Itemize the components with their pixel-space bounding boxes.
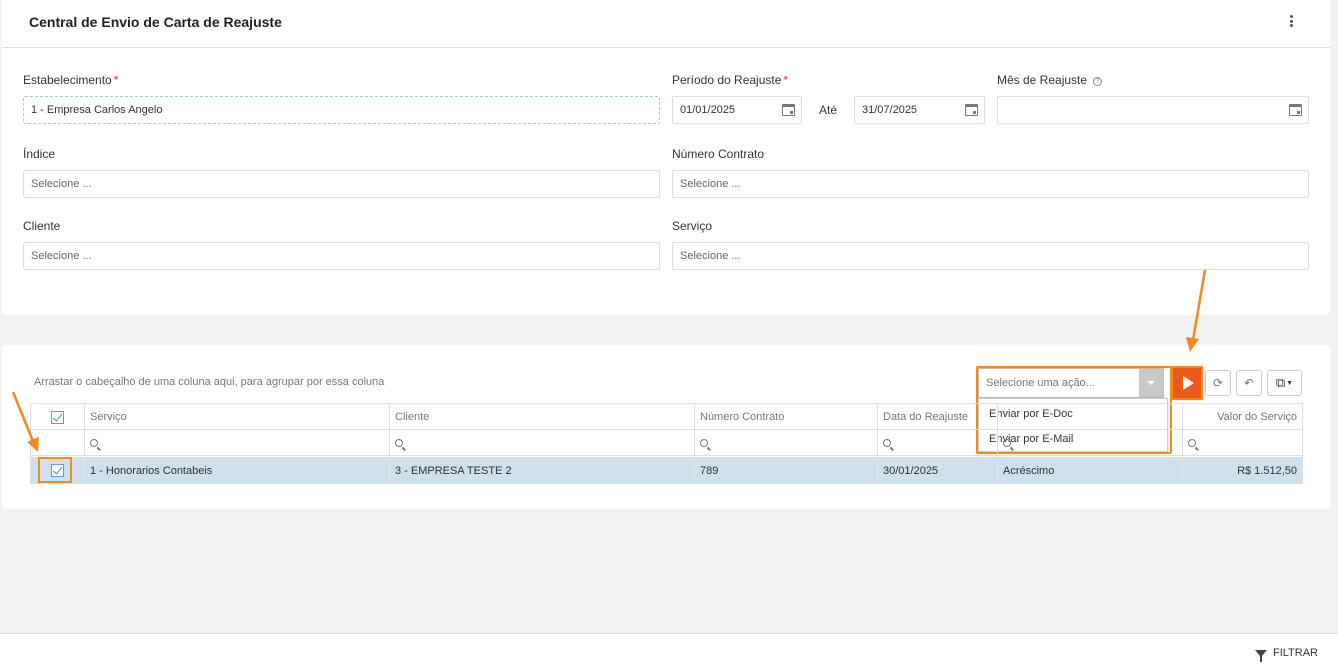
indice-select[interactable]: Selecione ... — [23, 170, 660, 198]
cell-servico: 1 - Honorarios Contabeis — [84, 457, 389, 484]
select-all-cell[interactable] — [31, 404, 84, 430]
page-title: Central de Envio de Carta de Reajuste — [29, 14, 282, 30]
more-options-icon[interactable] — [1284, 12, 1298, 30]
periodo-from-value: 01/01/2025 — [680, 104, 736, 116]
grid-filter-row — [31, 430, 1302, 456]
cell-valor: R$ 1.512,50 — [1182, 457, 1302, 484]
filter-servico[interactable] — [84, 430, 389, 456]
ate-label: Até — [819, 103, 838, 117]
cliente-label: Cliente — [23, 219, 61, 233]
undo-button[interactable]: ↶ — [1236, 370, 1262, 396]
col-header-data-reajuste[interactable]: Data do Reajuste — [877, 404, 997, 430]
search-icon — [90, 439, 98, 447]
select-all-checkbox[interactable] — [51, 410, 64, 424]
col-header-servico[interactable]: Serviço — [84, 404, 389, 430]
calendar-icon[interactable] — [965, 104, 978, 116]
periodo-to-field[interactable]: 31/07/2025 — [854, 96, 985, 124]
col-header-tipo[interactable] — [997, 404, 1182, 430]
indice-placeholder: Selecione ... — [31, 178, 92, 190]
servico-select[interactable]: Selecione ... — [672, 242, 1309, 270]
export-icon: ⧉ — [1275, 375, 1286, 390]
filter-numero-contrato[interactable] — [694, 430, 877, 456]
search-icon — [1003, 439, 1011, 447]
refresh-button[interactable]: ⟳ — [1205, 370, 1231, 396]
calendar-icon[interactable] — [782, 104, 795, 116]
col-header-valor[interactable]: Valor do Serviço — [1182, 404, 1302, 430]
search-icon — [395, 439, 403, 447]
search-icon — [1188, 439, 1196, 447]
search-icon — [883, 439, 891, 447]
cell-data-reajuste: 30/01/2025 — [877, 457, 997, 484]
cliente-select[interactable]: Selecione ... — [23, 242, 660, 270]
periodo-to-value: 31/07/2025 — [862, 104, 918, 116]
periodo-from-field[interactable]: 01/01/2025 — [672, 96, 802, 124]
action-select[interactable]: Selecione uma ação... — [978, 368, 1164, 398]
filter-label: FILTRAR — [1272, 647, 1318, 659]
numero-contrato-label: Número Contrato — [672, 147, 765, 161]
grid-header-row: Serviço Cliente Número Contrato Data do … — [31, 404, 1302, 430]
estabelecimento-field[interactable]: 1 - Empresa Carlos Angelo — [23, 96, 660, 124]
numero-contrato-placeholder: Selecione ... — [680, 178, 741, 190]
highlight-box — [1171, 366, 1203, 400]
col-header-cliente[interactable]: Cliente — [389, 404, 694, 430]
search-icon — [700, 439, 708, 447]
numero-contrato-select[interactable]: Selecione ... — [672, 170, 1309, 198]
servico-placeholder: Selecione ... — [680, 250, 741, 262]
action-placeholder: Selecione uma ação... — [986, 377, 1095, 389]
filter-spacer — [31, 430, 84, 456]
header-bar: Central de Envio de Carta de Reajuste — [2, 0, 1330, 48]
results-panel: Arrastar o cabeçalho de uma coluna aqui,… — [2, 345, 1330, 509]
cell-numero-contrato: 789 — [694, 457, 877, 484]
servico-label: Serviço — [672, 219, 713, 233]
filter-cliente[interactable] — [389, 430, 694, 456]
filter-form: Estabelecimento * 1 - Empresa Carlos Ange… — [2, 48, 1330, 315]
indice-label: Índice — [23, 147, 56, 161]
footer-bar: FILTRAR — [0, 633, 1338, 672]
data-grid: Serviço Cliente Número Contrato Data do … — [30, 403, 1303, 484]
undo-icon: ↶ — [1243, 376, 1255, 390]
export-button[interactable]: ⧉ ▼ — [1267, 370, 1302, 396]
refresh-icon: ⟳ — [1212, 376, 1224, 390]
estabelecimento-value: 1 - Empresa Carlos Angelo — [31, 104, 163, 116]
cliente-placeholder: Selecione ... — [31, 250, 92, 262]
filter-data-reajuste[interactable] — [877, 430, 997, 456]
filter-valor[interactable] — [1182, 430, 1302, 456]
cell-cliente: 3 - EMPRESA TESTE 2 — [389, 457, 694, 484]
col-header-numero-contrato[interactable]: Número Contrato — [694, 404, 877, 430]
periodo-label: Período do Reajuste * — [672, 73, 789, 87]
mes-reajuste-field[interactable] — [997, 96, 1309, 124]
group-by-hint: Arrastar o cabeçalho de uma coluna aqui,… — [34, 376, 385, 388]
row-checkbox[interactable] — [51, 464, 64, 477]
mes-reajuste-label: Mês de Reajuste? — [997, 73, 1103, 87]
filter-icon — [1254, 649, 1267, 662]
estabelecimento-label: Estabelecimento * — [23, 73, 119, 87]
row-select-cell[interactable] — [31, 457, 84, 484]
table-row[interactable]: 1 - Honorarios Contabeis 3 - EMPRESA TES… — [31, 457, 1302, 484]
calendar-icon[interactable] — [1289, 104, 1302, 116]
filter-tipo[interactable] — [997, 430, 1182, 456]
cell-tipo: Acréscimo — [997, 457, 1182, 484]
help-icon[interactable]: ? — [1093, 77, 1103, 86]
caret-down-icon: ▼ — [1286, 379, 1294, 387]
chevron-down-icon[interactable] — [1139, 369, 1163, 397]
filter-button[interactable]: FILTRAR — [1254, 647, 1318, 662]
